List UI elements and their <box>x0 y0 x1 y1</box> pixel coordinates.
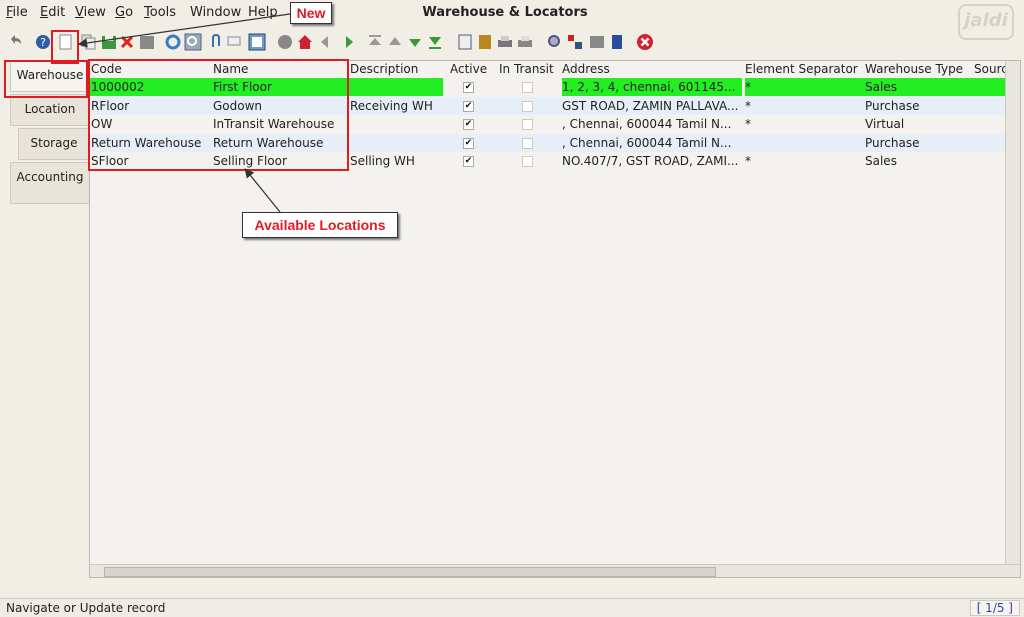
find-icon[interactable] <box>184 33 202 51</box>
cell-description[interactable]: Receiving WH <box>350 99 446 113</box>
chat-icon[interactable] <box>226 33 244 51</box>
record-count[interactable]: [ 1/5 ] <box>969 600 1020 616</box>
archive-icon[interactable] <box>476 33 494 51</box>
close-window-icon[interactable] <box>636 33 654 51</box>
delete-icon[interactable] <box>118 33 136 51</box>
cell-warehouse-type[interactable]: Sales <box>865 154 970 168</box>
undo-icon[interactable] <box>6 33 24 51</box>
active-checkbox[interactable]: ✔ <box>463 156 474 167</box>
selected-row-gap <box>443 78 562 96</box>
cell-description[interactable]: Selling WH <box>350 154 446 168</box>
print-icon[interactable] <box>496 33 514 51</box>
delete-selection-icon[interactable] <box>138 33 156 51</box>
side-tabs: Warehouse Location Storage Accounting <box>0 60 90 580</box>
cell-element-separator[interactable]: * <box>745 99 860 113</box>
column-header-source[interactable]: Source <box>974 62 1006 76</box>
cell-warehouse-type[interactable]: Purchase <box>865 99 970 113</box>
in-transit-checkbox[interactable] <box>522 119 533 130</box>
refresh-icon[interactable] <box>164 33 182 51</box>
column-header-warehouse-type[interactable]: Warehouse Type <box>865 62 970 76</box>
active-checkbox[interactable]: ✔ <box>463 82 474 93</box>
cell-element-separator[interactable]: * <box>745 154 860 168</box>
active-checkbox[interactable]: ✔ <box>463 100 474 112</box>
svg-text:?: ? <box>40 36 46 49</box>
attachment-icon[interactable] <box>206 33 224 51</box>
column-header-element-separator[interactable]: Element Separator <box>745 62 860 76</box>
last-record-icon[interactable] <box>426 33 444 51</box>
cell-address[interactable]: GST ROAD, ZAMIN PALLAVA... <box>562 99 742 113</box>
warehouse-tab-highlight <box>4 60 88 98</box>
previous-record-icon[interactable] <box>386 33 404 51</box>
help-icon[interactable]: ? <box>34 33 52 51</box>
column-header-description[interactable]: Description <box>350 62 446 76</box>
new-callout: New <box>290 2 332 24</box>
column-header-active[interactable]: Active <box>450 62 496 76</box>
cell-address[interactable]: 1, 2, 3, 4, chennai, 601145... <box>562 80 742 94</box>
window-title: Warehouse & Locators <box>422 5 588 20</box>
menu-bar: File Edit View Go Tools Window Help Ware… <box>0 0 1024 40</box>
tab-storage[interactable]: Storage <box>18 128 89 160</box>
next-record-icon[interactable] <box>406 33 424 51</box>
cell-warehouse-type[interactable]: Virtual <box>865 117 970 131</box>
report-icon[interactable] <box>456 33 474 51</box>
request-icon[interactable] <box>566 33 584 51</box>
cell-address[interactable]: NO.407/7, GST ROAD, ZAMI... <box>562 154 742 168</box>
zoom-across-icon[interactable] <box>546 33 564 51</box>
toolbar: ? <box>0 30 1024 54</box>
home-icon[interactable] <box>296 33 314 51</box>
save-icon[interactable] <box>100 33 118 51</box>
available-locations-callout: Available Locations <box>242 212 398 238</box>
product-info-icon[interactable] <box>588 33 606 51</box>
horizontal-scrollbar[interactable] <box>90 564 1020 577</box>
in-transit-checkbox[interactable] <box>522 156 533 167</box>
column-header-in-transit[interactable]: In Transit <box>499 62 561 76</box>
tab-location[interactable]: Location <box>10 94 89 126</box>
in-transit-checkbox[interactable] <box>522 100 533 112</box>
new-button-highlight <box>51 30 79 64</box>
tab-accounting[interactable]: Accounting <box>10 162 89 204</box>
cell-warehouse-type[interactable]: Sales <box>865 80 970 94</box>
locations-highlight <box>88 59 349 171</box>
first-record-icon[interactable] <box>366 33 384 51</box>
in-transit-checkbox[interactable] <box>522 137 533 149</box>
active-checkbox[interactable]: ✔ <box>463 137 474 149</box>
previous-icon[interactable] <box>318 33 336 51</box>
workflow-icon[interactable] <box>608 33 626 51</box>
status-bar: Navigate or Update record [ 1/5 ] <box>0 598 1024 617</box>
vertical-scrollbar[interactable] <box>1005 61 1020 577</box>
cell-address[interactable]: , Chennai, 600044 Tamil N... <box>562 136 742 150</box>
cell-element-separator[interactable]: * <box>745 117 860 131</box>
column-header-address[interactable]: Address <box>562 62 742 76</box>
next-icon[interactable] <box>338 33 356 51</box>
copy-icon[interactable] <box>80 33 98 51</box>
history-icon[interactable] <box>276 33 294 51</box>
grid-toggle-icon[interactable] <box>248 33 266 51</box>
print-preview-icon[interactable] <box>516 33 534 51</box>
in-transit-checkbox[interactable] <box>522 82 533 93</box>
cell-address[interactable]: , Chennai, 600044 Tamil N... <box>562 117 742 131</box>
status-message: Navigate or Update record <box>6 601 166 615</box>
cell-warehouse-type[interactable]: Purchase <box>865 136 970 150</box>
cell-element-separator[interactable]: * <box>745 80 860 94</box>
horizontal-scroll-thumb[interactable] <box>104 567 716 577</box>
active-checkbox[interactable]: ✔ <box>463 119 474 130</box>
